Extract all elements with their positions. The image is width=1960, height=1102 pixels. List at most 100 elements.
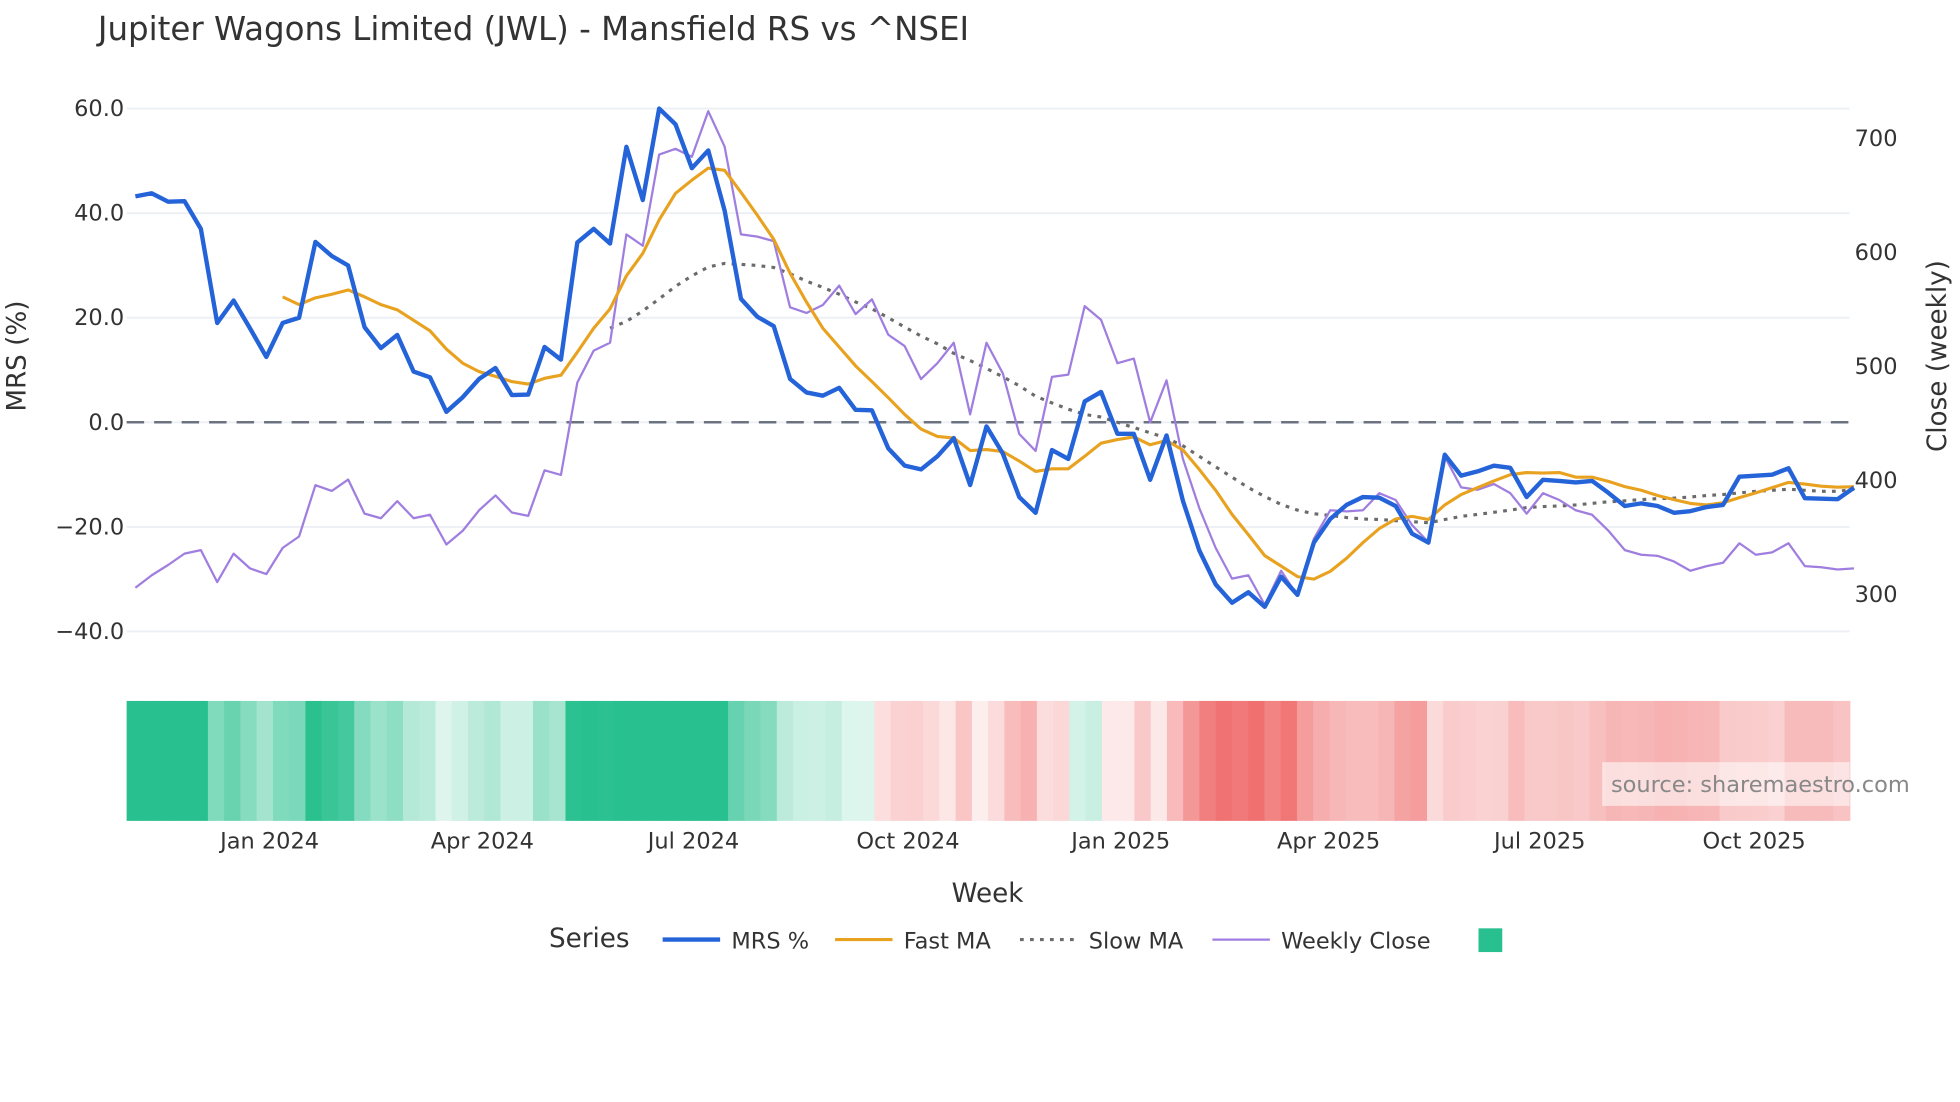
legend-label: Slow MA xyxy=(1089,928,1184,954)
heatmap-cell xyxy=(370,700,388,821)
heatmap-cell xyxy=(500,700,518,821)
x-axis-title: Week xyxy=(952,879,1025,909)
heatmap-cell xyxy=(272,700,290,821)
x-tick-label: Jan 2025 xyxy=(1069,828,1170,854)
legend-heatmap-swatch xyxy=(1478,928,1503,953)
heatmap-cell xyxy=(126,700,144,821)
heatmap-cell xyxy=(386,700,404,821)
heatmap-cell xyxy=(321,700,339,821)
x-axis-ticks: Jan 2024 Apr 2024 Jul 2024 Oct 2024 Jan 2025… xyxy=(218,828,1806,854)
heatmap-cell xyxy=(1410,700,1428,821)
heatmap-cell xyxy=(1248,700,1266,821)
heatmap-cell xyxy=(159,700,177,821)
heatmap-cell xyxy=(1020,700,1038,821)
heatmap-cell xyxy=(614,700,632,821)
heatmap-cell xyxy=(532,700,551,821)
heatmap-cell xyxy=(1378,700,1396,821)
heatmap-cell xyxy=(419,700,437,821)
y-tick-label: 60.0 xyxy=(74,96,124,122)
heatmap-cell xyxy=(402,700,420,821)
heatmap-cell xyxy=(289,700,307,821)
heatmap-cell xyxy=(1475,700,1493,821)
heatmap-cell xyxy=(728,700,746,821)
heatmap-cell xyxy=(305,700,323,821)
x-tick-label: Apr 2025 xyxy=(1277,828,1380,854)
heatmap-cell xyxy=(240,700,258,821)
series-line-slow-ma xyxy=(609,261,1855,525)
y2-tick-label: 400 xyxy=(1855,468,1898,494)
heatmap-cell xyxy=(663,700,681,821)
heatmap-cell xyxy=(1166,700,1184,821)
y2-axis-ticks: 700 600 500 400 300 xyxy=(1855,126,1898,608)
heatmap-cell xyxy=(939,700,957,821)
heatmap-cell xyxy=(1329,700,1347,821)
heatmap-cell xyxy=(890,700,908,821)
heatmap-cell xyxy=(549,700,567,821)
heatmap-cell xyxy=(1557,700,1575,821)
y-tick-label: 20.0 xyxy=(74,305,124,331)
heatmap-cell xyxy=(1345,700,1363,821)
y2-axis-title: Close (weekly) xyxy=(1923,260,1953,452)
x-tick-label: Jul 2025 xyxy=(1492,828,1585,854)
heatmap-cell xyxy=(1524,700,1542,821)
heatmap-cell xyxy=(1459,700,1477,821)
heatmap-cell xyxy=(1443,700,1461,821)
heatmap-cell xyxy=(1264,700,1282,821)
y2-tick-label: 300 xyxy=(1855,582,1898,608)
heatmap-cell xyxy=(1118,700,1136,821)
heatmap-cell xyxy=(1199,700,1217,821)
y2-tick-label: 600 xyxy=(1855,240,1898,266)
heatmap-cell xyxy=(646,700,664,821)
heatmap-cell xyxy=(825,700,843,821)
heatmap-cell xyxy=(175,700,193,821)
heatmap-cell xyxy=(354,700,372,821)
y-tick-label: 40.0 xyxy=(74,201,124,227)
heatmap-cell xyxy=(581,700,599,821)
heatmap-cell xyxy=(809,700,827,821)
heatmap-cell xyxy=(1101,700,1119,821)
legend-label: Fast MA xyxy=(904,928,992,954)
heatmap-cell xyxy=(1426,700,1444,821)
heatmap-cell xyxy=(906,700,924,821)
heatmap-cell xyxy=(1069,700,1087,821)
heatmap-cell xyxy=(955,700,973,821)
heatmap-cell xyxy=(1508,700,1526,821)
legend-label: Weekly Close xyxy=(1281,928,1430,954)
heatmap-cell xyxy=(711,700,729,821)
heatmap-cell xyxy=(1231,700,1249,821)
chart: Jupiter Wagons Limited (JWL) - Mansfield… xyxy=(2,10,1953,954)
y-tick-label: −40.0 xyxy=(55,619,124,645)
heatmap-cell xyxy=(451,700,469,821)
legend: Series MRS % Fast MA Slow MA Weekly Close xyxy=(549,924,1503,954)
heatmap-cell xyxy=(467,700,485,821)
y-axis-ticks: 60.0 40.0 20.0 0.0 −20.0 −40.0 xyxy=(55,96,124,645)
heatmap-cell xyxy=(224,700,242,821)
heatmap-cell xyxy=(191,700,209,821)
heatmap-cell xyxy=(858,700,876,821)
heatmap-cell xyxy=(1280,700,1298,821)
y2-tick-label: 500 xyxy=(1855,354,1898,380)
legend-label: MRS % xyxy=(731,928,809,954)
heatmap-cell xyxy=(207,700,225,821)
heatmap-cell xyxy=(1036,700,1054,821)
x-tick-label: Jul 2024 xyxy=(646,828,739,854)
heatmap-cell xyxy=(1183,700,1201,821)
heatmap-cell xyxy=(971,700,989,821)
heatmap-cell xyxy=(256,700,274,821)
heatmap-cell xyxy=(760,700,778,821)
heatmap-cell xyxy=(1085,700,1103,821)
y2-tick-label: 700 xyxy=(1855,126,1898,152)
heatmap-cell xyxy=(1540,700,1558,821)
heatmap-cell xyxy=(1150,700,1168,821)
y-tick-label: 0.0 xyxy=(88,410,124,436)
heatmap-cell xyxy=(793,700,811,821)
heatmap-cell xyxy=(1313,700,1331,821)
x-tick-label: Apr 2024 xyxy=(431,828,534,854)
x-tick-label: Jan 2024 xyxy=(218,828,319,854)
heatmap-cell xyxy=(484,700,502,821)
heatmap-cell xyxy=(1053,700,1071,821)
heatmap-cell xyxy=(337,700,355,821)
x-tick-label: Oct 2025 xyxy=(1703,828,1806,854)
legend-title: Series xyxy=(549,924,630,954)
heatmap-cell xyxy=(1134,700,1152,821)
